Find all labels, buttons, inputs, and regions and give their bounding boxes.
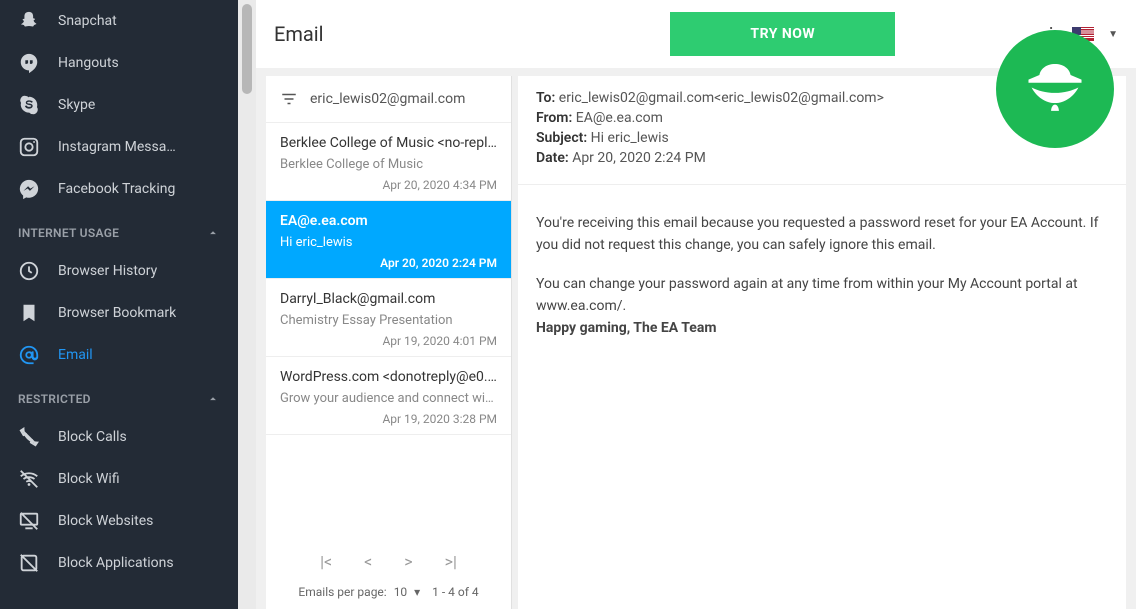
- section-label: RESTRICTED: [18, 392, 91, 406]
- try-now-button[interactable]: TRY NOW: [670, 12, 895, 56]
- sidebar-item-block-wifi[interactable]: Block Wifi: [0, 458, 238, 500]
- chevron-down-icon[interactable]: ▼: [1108, 29, 1118, 40]
- wifi-slash-icon: [18, 468, 40, 490]
- sidebar-item-email[interactable]: Email: [0, 334, 238, 376]
- chevron-down-icon[interactable]: ▾: [414, 585, 420, 599]
- email-date: Apr 20, 2020 2:24 PM: [280, 256, 497, 270]
- sidebar-item-instagram[interactable]: Instagram Messa…: [0, 126, 238, 168]
- email-list-pane: eric_lewis02@gmail.com Berklee College o…: [266, 76, 512, 609]
- pager-next-icon[interactable]: >: [404, 552, 412, 571]
- sidebar-label: Email: [58, 347, 93, 363]
- email-from: EA@e.ea.com: [280, 213, 497, 229]
- sidebar-item-browser-bookmark[interactable]: Browser Bookmark: [0, 292, 238, 334]
- monitor-slash-icon: [18, 510, 40, 532]
- body-para: You can change your password again at an…: [536, 274, 1108, 339]
- scrollbar-thumb[interactable]: [242, 4, 252, 94]
- app-slash-icon: [18, 552, 40, 574]
- sidebar-label: Browser Bookmark: [58, 305, 176, 321]
- sidebar-item-block-applications[interactable]: Block Applications: [0, 542, 238, 584]
- sidebar-label: Skype: [58, 97, 95, 113]
- email-subject: Hi eric_lewis: [280, 235, 497, 250]
- pager-prev-icon[interactable]: <: [364, 552, 372, 571]
- sidebar-label: Block Calls: [58, 429, 127, 445]
- sidebar-label: Block Wifi: [58, 471, 120, 487]
- email-date: Apr 19, 2020 4:01 PM: [280, 334, 497, 348]
- email-subject: Chemistry Essay Presentation: [280, 313, 497, 328]
- email-from: Darryl_Black@gmail.com: [280, 291, 497, 307]
- bookmark-icon: [18, 302, 40, 324]
- section-restricted[interactable]: RESTRICTED: [0, 376, 238, 416]
- body-para: You're receiving this email because you …: [536, 213, 1108, 256]
- sidebar-label: Browser History: [58, 263, 157, 279]
- phone-slash-icon: [18, 426, 40, 448]
- from-value: EA@e.ea.com: [576, 110, 663, 126]
- subject-value: Hi eric_lewis: [591, 130, 669, 146]
- chevron-up-icon: [206, 226, 220, 240]
- sidebar-item-skype[interactable]: Skype: [0, 84, 238, 126]
- signoff: Happy gaming, The EA Team: [536, 320, 716, 336]
- main: Email TRY NOW ⋮ ▼ eric_lewis02@gmail.com…: [256, 0, 1136, 609]
- sidebar-item-snapchat[interactable]: Snapchat: [0, 0, 238, 42]
- list-header: eric_lewis02@gmail.com: [266, 76, 511, 123]
- email-read-pane: To: eric_lewis02@gmail.com<eric_lewis02@…: [518, 76, 1126, 609]
- email-subject: Grow your audience and connect with …: [280, 391, 497, 406]
- sidebar-item-block-websites[interactable]: Block Websites: [0, 500, 238, 542]
- email-date: Apr 19, 2020 3:28 PM: [280, 412, 497, 426]
- scrollbar[interactable]: [238, 0, 256, 609]
- pager-first-icon[interactable]: |<: [320, 552, 332, 571]
- sidebar-item-hangouts[interactable]: Hangouts: [0, 42, 238, 84]
- email-date: Apr 20, 2020 4:34 PM: [280, 178, 497, 192]
- spy-avatar-icon: [996, 30, 1114, 148]
- from-label: From:: [536, 110, 572, 126]
- filter-icon[interactable]: [280, 90, 298, 108]
- per-page-label: Emails per page:: [298, 585, 386, 599]
- section-label: INTERNET USAGE: [18, 226, 119, 240]
- skype-icon: [18, 94, 40, 116]
- subject-label: Subject:: [536, 130, 587, 146]
- sidebar-item-facebook[interactable]: Facebook Tracking: [0, 168, 238, 210]
- instagram-icon: [18, 136, 40, 158]
- content: eric_lewis02@gmail.com Berklee College o…: [256, 68, 1136, 609]
- messenger-icon: [18, 178, 40, 200]
- sidebar-label: Facebook Tracking: [58, 181, 175, 197]
- sidebar-label: Block Websites: [58, 513, 153, 529]
- sidebar-label: Hangouts: [58, 55, 119, 71]
- sidebar-label: Instagram Messa…: [58, 139, 176, 155]
- sidebar-item-block-calls[interactable]: Block Calls: [0, 416, 238, 458]
- to-value: eric_lewis02@gmail.com<eric_lewis02@gmai…: [559, 90, 884, 106]
- to-label: To:: [536, 90, 555, 106]
- sidebar-item-browser-history[interactable]: Browser History: [0, 250, 238, 292]
- clock-icon: [18, 260, 40, 282]
- sidebar: Snapchat Hangouts Skype Instagram Messa……: [0, 0, 238, 609]
- message-body: You're receiving this email because you …: [518, 185, 1126, 385]
- sidebar-label: Block Applications: [58, 555, 174, 571]
- date-label: Date:: [536, 150, 569, 166]
- chevron-up-icon: [206, 392, 220, 406]
- email-from: Berklee College of Music <no-repl…: [280, 135, 497, 151]
- section-internet-usage[interactable]: INTERNET USAGE: [0, 210, 238, 250]
- email-item[interactable]: EA@e.ea.com Hi eric_lewis Apr 20, 2020 2…: [266, 201, 511, 279]
- email-subject: Berklee College of Music: [280, 157, 497, 172]
- per-page-value[interactable]: 10: [394, 585, 408, 599]
- email-item[interactable]: Darryl_Black@gmail.com Chemistry Essay P…: [266, 279, 511, 357]
- email-item[interactable]: Berklee College of Music <no-repl… Berkl…: [266, 123, 511, 201]
- sidebar-label: Snapchat: [58, 13, 117, 29]
- range-label: 1 - 4 of 4: [432, 585, 478, 599]
- list-footer: |< < > >| Emails per page: 10 ▾ 1 - 4 of…: [266, 534, 511, 609]
- date-value: Apr 20, 2020 2:24 PM: [572, 150, 706, 166]
- page-title: Email: [274, 22, 324, 46]
- email-from: WordPress.com <donotreply@e0.…: [280, 369, 497, 385]
- email-item[interactable]: WordPress.com <donotreply@e0.… Grow your…: [266, 357, 511, 435]
- at-icon: [18, 344, 40, 366]
- hangouts-icon: [18, 52, 40, 74]
- account-label: eric_lewis02@gmail.com: [310, 91, 465, 107]
- snapchat-icon: [18, 10, 40, 32]
- pager-last-icon[interactable]: >|: [445, 552, 457, 571]
